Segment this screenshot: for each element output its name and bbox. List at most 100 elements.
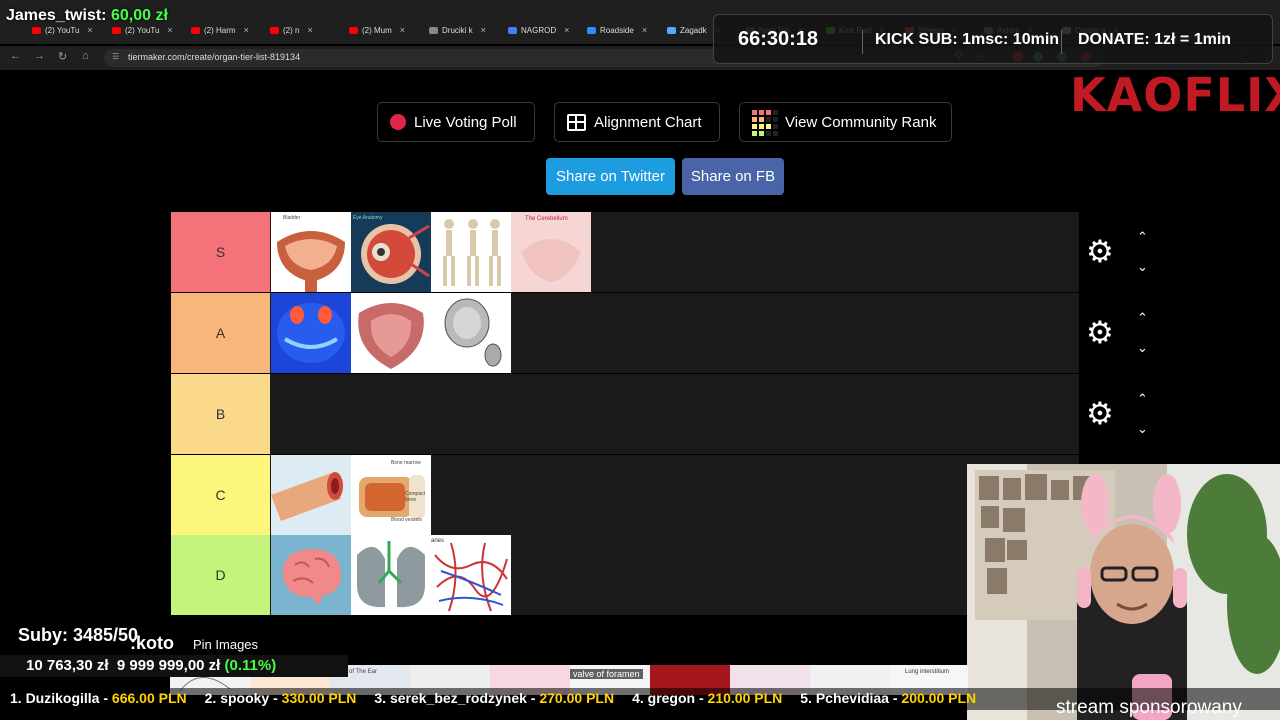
move-up-icon[interactable]: ⌃ (1137, 311, 1148, 324)
forward-icon[interactable]: → (34, 50, 45, 62)
share-twitter-label: Share on Twitter (556, 168, 665, 185)
goal-percent: (0.11%) (224, 657, 277, 674)
close-tab-icon[interactable]: × (481, 25, 486, 35)
tier-label-d[interactable]: D (171, 535, 270, 615)
community-label: View Community Rank (785, 113, 937, 131)
blood-vessels-caption: Blood vessels (391, 517, 422, 523)
bladder-image[interactable]: Bladder (271, 212, 351, 292)
browser-tab[interactable]: (2) n × (270, 22, 343, 38)
tab-favicon-icon (667, 26, 676, 34)
view-community-rank-button[interactable]: View Community Rank (739, 102, 952, 142)
donor-name: 4. gregon - (632, 690, 708, 706)
capillaries-image[interactable]: aries (431, 535, 511, 615)
lungs-image[interactable] (351, 535, 431, 615)
strip-caption: Lung interstitium (905, 669, 950, 675)
close-tab-icon[interactable]: × (564, 25, 569, 35)
close-tab-icon[interactable]: × (87, 25, 92, 35)
donor-amount: 270.00 PLN (539, 690, 615, 706)
donor-entry: 1. Duzikogilla - 666.00 PLN (10, 690, 187, 706)
tier-controls-b: ⚙ ⌃ ⌄ (1081, 374, 1159, 454)
move-down-icon[interactable]: ⌄ (1137, 422, 1148, 435)
donor-amount: 666.00 PLN (111, 690, 187, 706)
move-down-icon[interactable]: ⌄ (1137, 260, 1148, 273)
tab-label: (2) n (283, 25, 300, 35)
tab-favicon-icon (587, 26, 596, 34)
tab-label: (2) Mum (362, 25, 392, 35)
blood-vessel-image[interactable] (271, 455, 351, 535)
home-icon[interactable]: ⌂ (82, 50, 89, 62)
brain-image[interactable] (271, 535, 351, 615)
eye-image[interactable]: Eye Anatomy (351, 212, 431, 292)
close-tab-icon[interactable]: × (642, 25, 647, 35)
tier-controls-s: ⚙ ⌃ ⌄ (1081, 212, 1159, 292)
gear-icon[interactable]: ⚙ (1086, 398, 1114, 429)
gear-icon[interactable]: ⚙ (1086, 317, 1114, 348)
compact-bone-caption: Compact bone (405, 491, 426, 503)
close-tab-icon[interactable]: × (307, 25, 312, 35)
tier-label-c[interactable]: C (171, 455, 270, 535)
close-tab-icon[interactable]: × (400, 25, 405, 35)
tier-grid-icon (752, 109, 778, 136)
goal-current: 10 763,30 zł (26, 657, 109, 674)
kidneys-image[interactable] (271, 293, 351, 373)
tab-label: (2) YouTu (125, 25, 160, 35)
donor-amount: 200.00 PLN (901, 690, 977, 706)
bone-marrow-image[interactable]: Bone marrow Compact bone Blood vessels (351, 455, 431, 535)
move-up-icon[interactable]: ⌃ (1137, 392, 1148, 405)
tab-favicon-icon (508, 26, 517, 34)
tier-controls-a: ⚙ ⌃ ⌄ (1081, 293, 1159, 373)
sponsored-label: stream sponsorowany (1056, 697, 1242, 718)
browser-tab[interactable]: NAGROD × (508, 22, 581, 38)
donor-name: 5. Pchevidiaa - (800, 690, 902, 706)
capillaries-caption: aries (431, 538, 445, 544)
donate-rate: DONATE: 1zł = 1min (1078, 31, 1232, 48)
donor-name: 3. serek_bez_rodzynek - (374, 690, 540, 706)
close-tab-icon[interactable]: × (167, 25, 172, 35)
divider (1061, 30, 1062, 54)
donor-amount: 210.00 PLN (707, 690, 783, 706)
browser-tab[interactable]: (2) Harm × (191, 22, 264, 38)
tab-label: Druciki k (442, 25, 473, 35)
tab-favicon-icon (429, 26, 438, 34)
tab-favicon-icon (191, 26, 200, 34)
browser-tab[interactable]: (2) Mum × (349, 22, 423, 38)
live-voting-poll-button[interactable]: Live Voting Poll (377, 102, 535, 142)
site-info-icon[interactable]: ☰ (112, 52, 119, 61)
goal-target: 9 999 999,00 zł (116, 657, 221, 674)
cerebellum-image[interactable]: The Cerebellum (511, 212, 591, 292)
donor-entry: 4. gregon - 210.00 PLN (632, 690, 782, 706)
tier-label-a[interactable]: A (171, 293, 270, 373)
eye-caption: Eye Anatomy (353, 215, 383, 221)
pin-images-toggle[interactable]: Pin Images (193, 637, 258, 652)
bladder-caption: Bladder (283, 215, 301, 221)
donation-goal: 10 763,30 zł 9 999 999,00 zł (0.11%) (26, 657, 276, 674)
bone-marrow-caption: Bone marrow (391, 460, 421, 466)
move-up-icon[interactable]: ⌃ (1137, 230, 1148, 243)
tier-label-b[interactable]: B (171, 374, 270, 454)
gear-icon[interactable]: ⚙ (1086, 236, 1114, 267)
tab-favicon-icon (32, 26, 41, 34)
browser-tab[interactable]: Roadside × (587, 22, 661, 38)
strip-caption: valve of foramen (570, 669, 643, 679)
alignment-chart-button[interactable]: Alignment Chart (554, 102, 720, 142)
move-down-icon[interactable]: ⌄ (1137, 341, 1148, 354)
url-text[interactable]: tiermaker.com/create/organ-tier-list-819… (128, 52, 300, 62)
tab-favicon-icon (112, 26, 121, 34)
tab-favicon-icon (270, 26, 279, 34)
streamer-amount: 60,00 zł (110, 7, 168, 24)
back-icon[interactable]: ← (10, 50, 21, 62)
streamer-name: James_twist: (6, 7, 107, 24)
skeleton-image[interactable] (431, 212, 511, 292)
browser-tab[interactable]: Druciki k × (429, 22, 502, 38)
testicle-image[interactable] (431, 293, 511, 373)
share-facebook-button[interactable]: Share on FB (682, 158, 784, 195)
grid-icon (567, 113, 586, 131)
tier-label-s[interactable]: S (171, 212, 270, 292)
rectum-image[interactable] (351, 293, 431, 373)
reload-icon[interactable]: ↻ (58, 50, 67, 63)
tab-favicon-icon (349, 26, 358, 34)
close-tab-icon[interactable]: × (244, 25, 249, 35)
tab-label: (2) YouTu (45, 25, 80, 35)
share-twitter-button[interactable]: Share on Twitter (546, 158, 675, 195)
donor-entry: 3. serek_bez_rodzynek - 270.00 PLN (374, 690, 614, 706)
